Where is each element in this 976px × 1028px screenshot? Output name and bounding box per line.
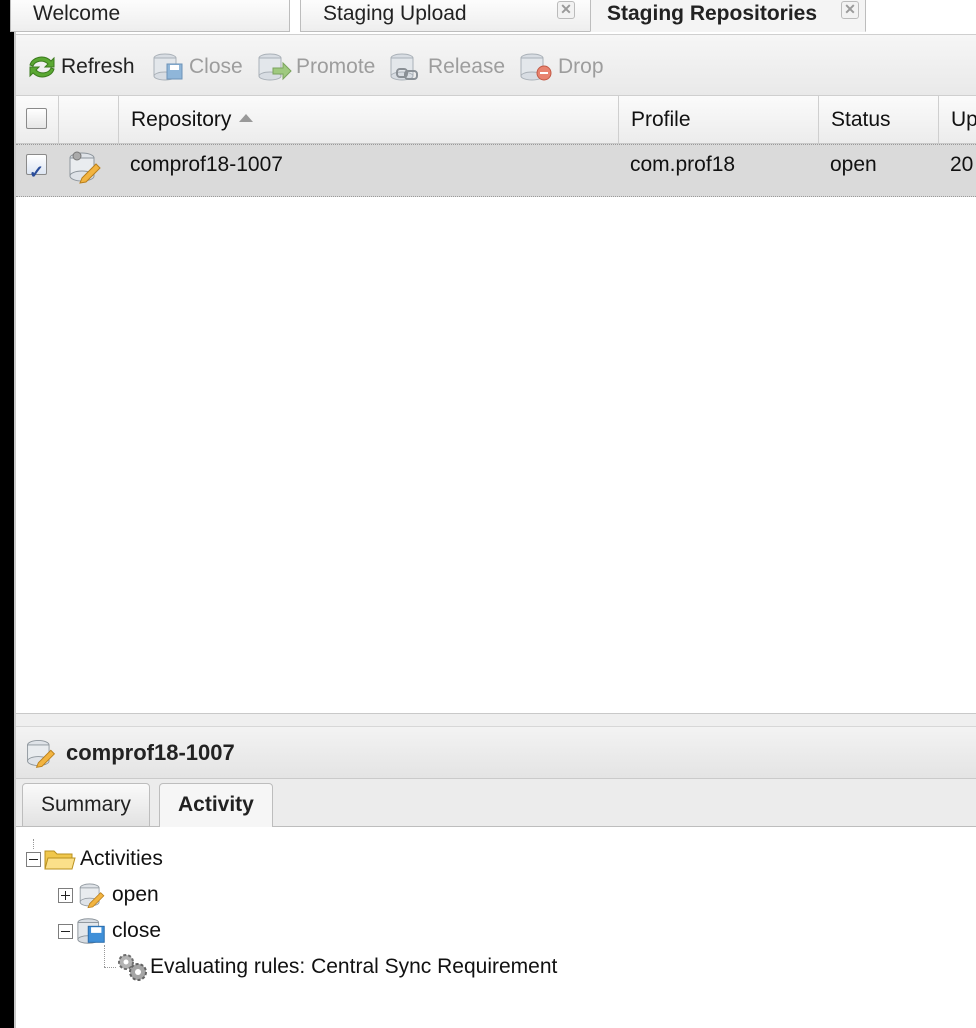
tree-node-activities-label: Activities	[80, 847, 163, 870]
window-left-border	[0, 0, 14, 1028]
row-checkbox-cell: ✓	[16, 145, 58, 196]
status-cell: open	[830, 153, 877, 176]
column-header-profile[interactable]: Profile	[618, 96, 818, 143]
refresh-button[interactable]: Refresh	[26, 52, 135, 82]
profile-cell: com.prof18	[630, 153, 736, 176]
refresh-icon	[29, 56, 55, 78]
main-tab-strip: Welcome Staging Upload ✕ Staging Reposit…	[10, 0, 976, 34]
repository-cell: comprof18-1007	[130, 153, 283, 176]
select-all-checkbox[interactable]	[26, 108, 47, 129]
tab-summary-label: Summary	[41, 793, 131, 816]
folder-open-icon	[44, 850, 76, 870]
grid-header: Repository Profile Status Updated	[16, 96, 976, 144]
column-header-updated-label: Updated	[951, 108, 976, 131]
column-header-updated[interactable]: Updated	[938, 96, 976, 143]
drop-icon	[520, 53, 552, 81]
tab-staging-upload-label: Staging Upload	[323, 2, 467, 25]
promote-button[interactable]: Promote	[257, 52, 375, 82]
repository-close-icon	[77, 918, 105, 944]
tree-node-rule-label: Evaluating rules: Central Sync Requireme…	[150, 955, 558, 978]
close-icon[interactable]: ✕	[557, 1, 575, 19]
repository-close-icon	[153, 53, 183, 81]
column-header-repository[interactable]: Repository	[118, 96, 618, 143]
updated-cell: 20	[950, 153, 974, 176]
tab-staging-repositories[interactable]: Staging Repositories ✕	[590, 0, 866, 32]
row-icon-cell	[58, 145, 118, 196]
repository-open-icon	[69, 151, 101, 184]
detail-title: comprof18-1007	[66, 740, 235, 765]
toolbar: Refresh Close Promote Release Drop	[16, 34, 976, 96]
sort-ascending-icon	[239, 114, 254, 123]
tab-activity[interactable]: Activity	[159, 783, 273, 828]
tab-staging-repositories-label: Staging Repositories	[607, 2, 818, 25]
tree-node-close[interactable]: close	[58, 916, 161, 946]
activity-tree: Activities open close Evaluating rules: …	[16, 827, 976, 1028]
collapse-icon[interactable]	[58, 923, 73, 939]
expand-icon[interactable]	[58, 887, 73, 903]
tab-activity-label: Activity	[178, 793, 254, 816]
tree-node-open-label: open	[112, 883, 159, 906]
promote-icon	[258, 53, 292, 81]
release-button[interactable]: Release	[389, 52, 505, 82]
table-row[interactable]: ✓ comprof18-1007 com.prof18 open 20	[16, 144, 976, 197]
column-header-status[interactable]: Status	[818, 96, 938, 143]
column-header-repository-label: Repository	[131, 108, 232, 131]
close-button[interactable]: Close	[152, 52, 243, 82]
row-checkbox[interactable]: ✓	[26, 154, 47, 182]
split-resize-handle[interactable]	[16, 713, 976, 727]
column-header-status-label: Status	[831, 108, 891, 131]
detail-header: comprof18-1007	[16, 727, 976, 779]
tree-node-close-label: close	[112, 919, 162, 942]
select-all-column	[16, 96, 58, 143]
tree-connector	[104, 945, 105, 967]
release-label: Release	[428, 55, 506, 78]
gears-icon	[118, 954, 147, 981]
close-icon[interactable]: ✕	[841, 1, 859, 19]
tab-welcome-label: Welcome	[33, 2, 121, 25]
close-label: Close	[189, 55, 243, 78]
grid-empty-area	[16, 197, 976, 713]
release-icon	[390, 53, 418, 81]
tree-node-activities[interactable]: Activities	[26, 844, 163, 874]
tab-staging-upload[interactable]: Staging Upload ✕	[300, 0, 594, 32]
tab-summary[interactable]: Summary	[22, 783, 150, 827]
promote-label: Promote	[296, 55, 376, 78]
drop-label: Drop	[558, 55, 604, 78]
refresh-label: Refresh	[61, 55, 135, 78]
icon-column	[58, 96, 118, 143]
collapse-icon[interactable]	[26, 851, 41, 867]
tree-node-open[interactable]: open	[58, 880, 159, 910]
column-header-profile-label: Profile	[631, 108, 691, 131]
tab-welcome[interactable]: Welcome	[10, 0, 290, 32]
drop-button[interactable]: Drop	[519, 52, 604, 82]
tree-node-rule[interactable]: Evaluating rules: Central Sync Requireme…	[114, 952, 557, 982]
repository-open-icon	[79, 883, 105, 909]
detail-tab-strip: Summary Activity	[16, 779, 976, 828]
repository-open-icon	[27, 740, 56, 768]
